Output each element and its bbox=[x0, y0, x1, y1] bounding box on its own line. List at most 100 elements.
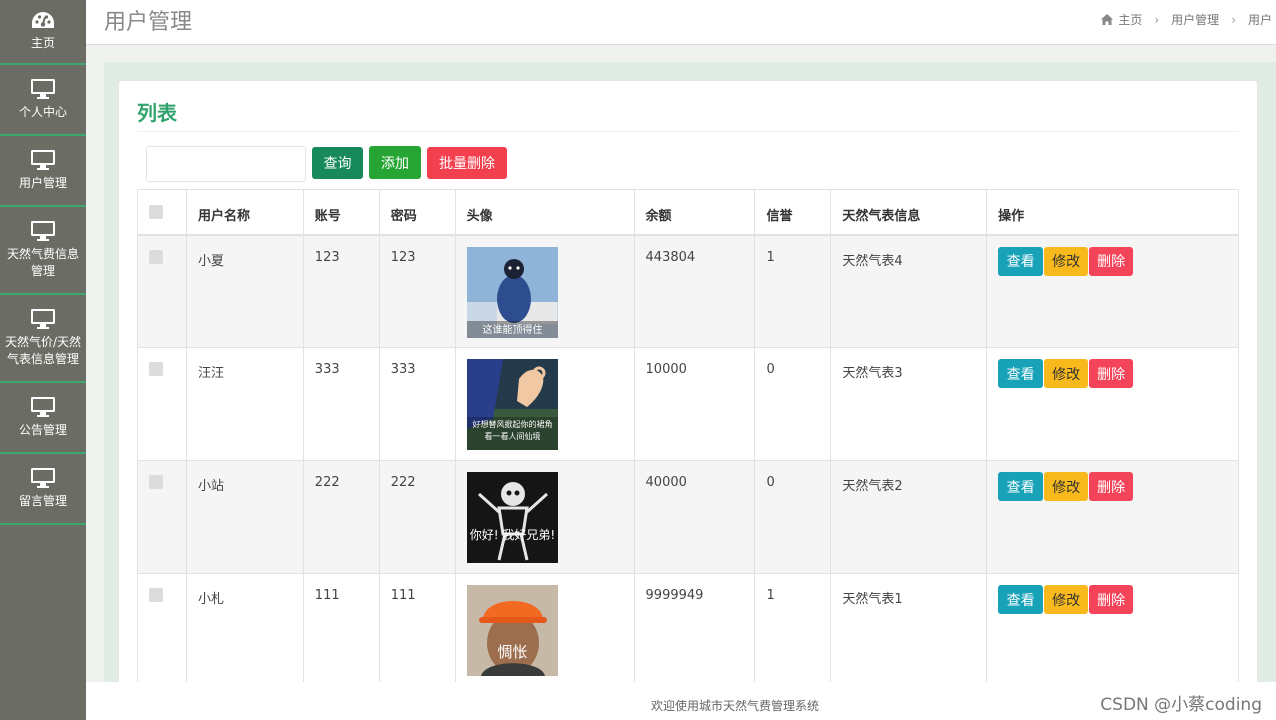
password-cell: 333 bbox=[378, 347, 456, 461]
sidebar-item-messages[interactable]: 留言管理 bbox=[0, 454, 86, 525]
column-header: 操作 bbox=[986, 189, 1239, 236]
bulk-delete-button[interactable]: 批量删除 bbox=[427, 147, 507, 179]
select-all-checkbox[interactable] bbox=[149, 205, 163, 219]
account-cell: 111 bbox=[302, 573, 380, 687]
column-header: 余额 bbox=[633, 189, 756, 236]
password-cell: 123 bbox=[378, 234, 456, 348]
chevron-right-icon: › bbox=[1154, 12, 1160, 27]
meter-cell: 天然气表3 bbox=[830, 347, 988, 461]
balance-cell: 443804 bbox=[633, 234, 756, 348]
sidebar-item-profile[interactable]: 个人中心 bbox=[0, 65, 86, 136]
add-button[interactable]: 添加 bbox=[369, 146, 421, 179]
breadcrumb-current: 用户 bbox=[1248, 13, 1273, 27]
query-button[interactable]: 查询 bbox=[312, 147, 363, 179]
meter-cell: 天然气表1 bbox=[830, 573, 988, 687]
monitor-icon bbox=[31, 468, 55, 488]
row-checkbox[interactable] bbox=[149, 475, 163, 489]
sidebar: 主页 个人中心 用户管理 天然气费信息 管理 天然气价/天然 气表信息管理 公告… bbox=[0, 0, 86, 720]
view-button[interactable]: 查看 bbox=[998, 359, 1044, 388]
row-checkbox[interactable] bbox=[149, 588, 163, 602]
view-button[interactable]: 查看 bbox=[998, 585, 1044, 614]
view-button[interactable]: 查看 bbox=[998, 472, 1044, 501]
sidebar-item-label: 天然气费信息 管理 bbox=[6, 247, 79, 278]
column-header: 头像 bbox=[454, 189, 635, 236]
credit-cell: 0 bbox=[754, 460, 832, 574]
table-header-row: 用户名称 账号 密码 头像 余额 信誉 天然气表信息 操作 bbox=[137, 189, 1239, 236]
sidebar-item-label: 公告管理 bbox=[18, 423, 67, 437]
footer: 欢迎使用城市天然气费管理系统 bbox=[86, 682, 1276, 720]
row-checkbox[interactable] bbox=[149, 249, 163, 264]
breadcrumb-home[interactable]: 主页 bbox=[1118, 11, 1142, 28]
footer-text: 欢迎使用城市天然气费管理系统 bbox=[650, 699, 819, 713]
monitor-icon bbox=[31, 79, 55, 99]
breadcrumb: 主页 › 用户管理 › 用户 bbox=[1101, 11, 1276, 28]
monitor-icon bbox=[31, 150, 55, 170]
credit-cell: 1 bbox=[754, 234, 832, 348]
meter-cell: 天然气表4 bbox=[830, 234, 988, 348]
delete-button[interactable]: 删除 bbox=[1089, 359, 1134, 388]
edit-button[interactable]: 修改 bbox=[1044, 246, 1089, 276]
avatar-caption: 你好! 我好兄弟! bbox=[469, 528, 555, 542]
sidebar-item-announcements[interactable]: 公告管理 bbox=[0, 383, 86, 454]
user-table: 用户名称 账号 密码 头像 余额 信誉 天然气表信息 操作 小夏 123 123 bbox=[137, 189, 1239, 687]
edit-button[interactable]: 修改 bbox=[1044, 472, 1089, 501]
divider bbox=[137, 131, 1239, 132]
password-cell: 111 bbox=[378, 573, 456, 687]
edit-button[interactable]: 修改 bbox=[1044, 359, 1089, 388]
sidebar-item-label: 个人中心 bbox=[18, 105, 67, 119]
meter-cell: 天然气表2 bbox=[830, 460, 988, 574]
delete-button[interactable]: 删除 bbox=[1089, 246, 1134, 276]
avatar-caption: 惆怅 bbox=[497, 643, 527, 661]
list-card: 列表 查询 添加 批量删除 用户名称 账号 密码 头像 余额 信誉 天然气表信息… bbox=[118, 80, 1258, 700]
home-icon bbox=[1101, 14, 1114, 25]
column-header: 密码 bbox=[378, 189, 456, 236]
account-cell: 333 bbox=[302, 347, 380, 461]
table-row: 小夏 123 123 这谁能顶得住 443804 1 天然气表4 查看 修改 删… bbox=[137, 234, 1239, 348]
view-button[interactable]: 查看 bbox=[998, 246, 1044, 276]
sidebar-item-label: 主页 bbox=[30, 36, 55, 50]
row-checkbox[interactable] bbox=[149, 362, 163, 376]
monitor-icon bbox=[31, 221, 55, 241]
user-name-cell: 小夏 bbox=[185, 234, 304, 348]
user-name-cell: 小札 bbox=[185, 573, 304, 687]
top-header: 用户管理 主页 › 用户管理 › 用户 bbox=[86, 0, 1276, 45]
account-cell: 222 bbox=[302, 460, 380, 574]
sidebar-item-users[interactable]: 用户管理 bbox=[0, 136, 86, 207]
password-cell: 222 bbox=[378, 460, 456, 574]
column-header: 用户名称 bbox=[185, 189, 304, 236]
monitor-icon bbox=[31, 309, 55, 329]
card-title: 列表 bbox=[137, 101, 177, 125]
balance-cell: 9999949 bbox=[633, 573, 756, 687]
watermark: CSDN @小蔡coding bbox=[1100, 695, 1262, 715]
balance-cell: 10000 bbox=[633, 347, 756, 461]
column-header: 天然气表信息 bbox=[830, 189, 988, 236]
search-input[interactable] bbox=[146, 146, 306, 182]
sidebar-item-label: 留言管理 bbox=[18, 494, 67, 508]
breadcrumb-users[interactable]: 用户管理 bbox=[1171, 11, 1219, 28]
edit-button[interactable]: 修改 bbox=[1044, 585, 1089, 614]
column-header: 账号 bbox=[302, 189, 380, 236]
delete-button[interactable]: 删除 bbox=[1089, 585, 1134, 614]
column-header: 信誉 bbox=[754, 189, 832, 236]
sidebar-item-home[interactable]: 主页 bbox=[0, 0, 86, 65]
sidebar-item-gas-fee[interactable]: 天然气费信息 管理 bbox=[0, 207, 86, 295]
sidebar-item-gas-price-meter[interactable]: 天然气价/天然 气表信息管理 bbox=[0, 295, 86, 383]
avatar-image: 你好! 我好兄弟! bbox=[466, 472, 558, 563]
balance-cell: 40000 bbox=[633, 460, 756, 574]
credit-cell: 1 bbox=[754, 573, 832, 687]
delete-button[interactable]: 删除 bbox=[1089, 472, 1134, 501]
user-name-cell: 小站 bbox=[185, 460, 304, 574]
avatar-image: 惆怅 bbox=[466, 585, 558, 676]
chevron-right-icon: › bbox=[1231, 12, 1236, 27]
dashboard-icon bbox=[32, 12, 54, 28]
page-title: 用户管理 bbox=[104, 10, 193, 35]
user-name-cell: 汪汪 bbox=[185, 347, 304, 461]
table-row: 小站 222 222 你好! 我好兄弟! 40000 0 天然气表2 查看 修改… bbox=[137, 460, 1239, 574]
select-all-cell bbox=[137, 189, 187, 236]
account-cell: 123 bbox=[302, 234, 380, 348]
avatar-image: 这谁能顶得住 bbox=[466, 246, 558, 338]
avatar-image: 好想替风掀起你的裙角 看一看人间仙境 bbox=[466, 359, 558, 450]
table-row: 汪汪 333 333 好想替风掀起你的裙角 看一看人间仙境 10000 0 天然… bbox=[137, 347, 1239, 461]
avatar-caption: 好想替风掀起你的裙角 看一看人间仙境 bbox=[472, 420, 553, 441]
table-row: 小札 111 111 惆怅 9999949 1 天然气表1 查看 修改 删除 bbox=[137, 573, 1239, 687]
